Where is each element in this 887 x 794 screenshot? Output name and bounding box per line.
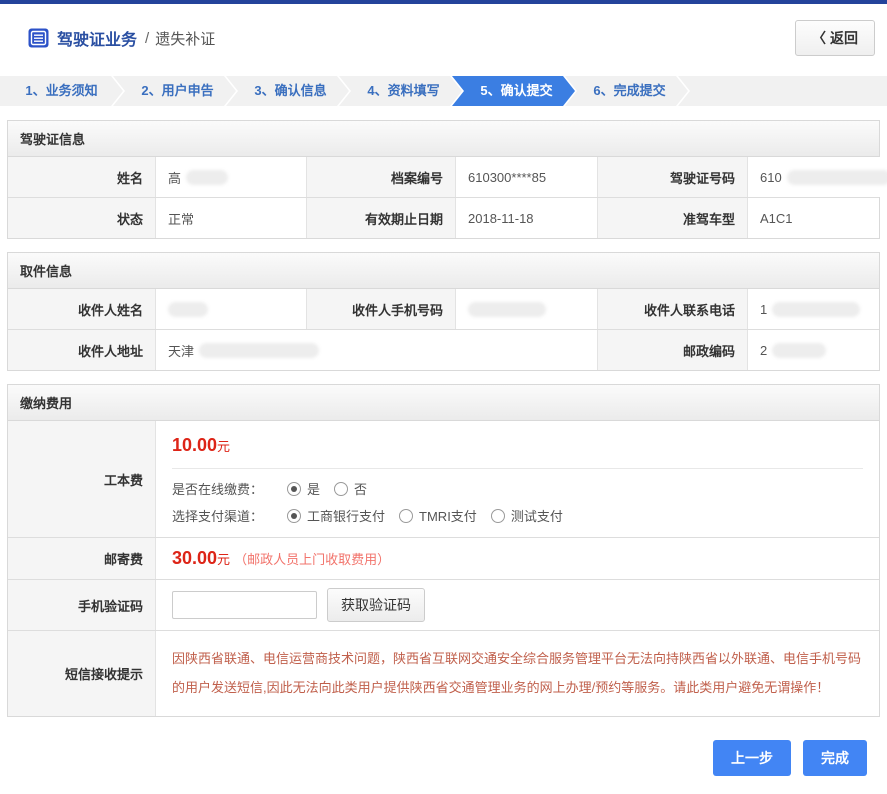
value-expiry-date: 2018-11-18 <box>456 198 598 238</box>
license-row-2: 状态 正常 有效期止日期 2018-11-18 准驾车型 A1C1 <box>8 197 879 238</box>
label-sms-captcha: 手机验证码 <box>8 580 156 630</box>
section-title-pickup: 取件信息 <box>8 253 879 289</box>
redacted-license-number <box>787 170 887 185</box>
captcha-input[interactable] <box>172 591 317 619</box>
get-captcha-button[interactable]: 获取验证码 <box>327 588 425 622</box>
step-wizard: 1、业务须知 2、用户申告 3、确认信息 4、资料填写 5、确认提交 6、完成提… <box>0 76 887 106</box>
form-list-icon <box>28 28 49 48</box>
footer-actions: 上一步 完成 <box>0 730 887 776</box>
previous-step-button[interactable]: 上一步 <box>713 740 791 776</box>
label-recipient-mobile: 收件人手机号码 <box>307 289 456 329</box>
online-payment-label: 是否在线缴费： <box>172 479 263 498</box>
pickup-row-1: 收件人姓名 收件人手机号码 收件人联系电话 1 <box>8 289 879 329</box>
payment-options: 是否在线缴费： 是 否 选择支付渠道： 工商银行支付 TMRI支付 测试支付 <box>156 469 879 537</box>
online-payment-line: 是否在线缴费： 是 否 <box>172 479 863 498</box>
step-5-confirm-submit[interactable]: 5、确认提交 <box>452 76 575 106</box>
redacted-name <box>186 170 228 185</box>
section-license-info: 驾驶证信息 姓名 高 档案编号 610300****85 驾驶证号码 610 状… <box>7 120 880 239</box>
redacted-recipient-name <box>168 302 208 317</box>
page: 驾驶证业务 / 遗失补证 〈返回 1、业务须知 2、用户申告 3、确认信息 4、… <box>0 0 887 794</box>
radio-channel-icbc[interactable] <box>287 509 301 523</box>
value-postage-fee: 30.00元 （邮政人员上门收取费用） <box>156 538 879 579</box>
value-license-number: 610 <box>748 157 887 197</box>
step-2-user-declaration[interactable]: 2、用户申告 <box>113 76 236 106</box>
label-expiry-date: 有效期止日期 <box>307 198 456 238</box>
radio-channel-test-label[interactable]: 测试支付 <box>511 506 563 525</box>
postage-fee-note: （邮政人员上门收取费用） <box>234 549 390 568</box>
step-3-confirm-info[interactable]: 3、确认信息 <box>226 76 349 106</box>
value-recipient-address: 天津 <box>156 330 598 370</box>
redacted-postal-code <box>772 343 826 358</box>
label-vehicle-class: 准驾车型 <box>598 198 748 238</box>
radio-online-no[interactable] <box>334 482 348 496</box>
radio-online-yes-label[interactable]: 是 <box>307 479 320 498</box>
back-chevron-icon: 〈 <box>812 30 826 46</box>
finish-button[interactable]: 完成 <box>803 740 867 776</box>
header: 驾驶证业务 / 遗失补证 〈返回 <box>0 4 887 70</box>
redacted-recipient-address <box>199 343 319 358</box>
radio-channel-tmri[interactable] <box>399 509 413 523</box>
back-label: 返回 <box>830 30 858 46</box>
label-postal-code: 邮政编码 <box>598 330 748 370</box>
label-recipient-phone: 收件人联系电话 <box>598 289 748 329</box>
radio-online-yes[interactable] <box>287 482 301 496</box>
fee-row-sms-tip: 短信接收提示 因陕西省联通、电信运营商技术问题，陕西省互联网交通安全综合服务管理… <box>8 630 879 716</box>
label-recipient-name: 收件人姓名 <box>8 289 156 329</box>
value-name: 高 <box>156 157 307 197</box>
label-file-number: 档案编号 <box>307 157 456 197</box>
value-sms-tip: 因陕西省联通、电信运营商技术问题，陕西省互联网交通安全综合服务管理平台无法向持陕… <box>156 631 879 716</box>
value-file-number: 610300****85 <box>456 157 598 197</box>
label-production-fee: 工本费 <box>8 421 156 537</box>
payment-channel-label: 选择支付渠道： <box>172 506 263 525</box>
value-postal-code: 2 <box>748 330 879 370</box>
step-bar-filler <box>678 76 887 106</box>
redacted-recipient-phone <box>772 302 860 317</box>
section-fees: 缴纳费用 工本费 10.00元 是否在线缴费： 是 否 选择支付渠道： 工商银行… <box>7 384 880 717</box>
radio-channel-tmri-label[interactable]: TMRI支付 <box>419 506 477 525</box>
breadcrumb-current: 遗失补证 <box>155 28 215 49</box>
step-1-business-notice[interactable]: 1、业务须知 <box>0 76 123 106</box>
label-sms-tip: 短信接收提示 <box>8 631 156 716</box>
breadcrumb-separator: / <box>145 30 149 47</box>
radio-channel-test[interactable] <box>491 509 505 523</box>
redacted-recipient-mobile <box>468 302 546 317</box>
back-button[interactable]: 〈返回 <box>795 20 875 56</box>
payment-channel-line: 选择支付渠道： 工商银行支付 TMRI支付 测试支付 <box>172 506 863 525</box>
section-title-license: 驾驶证信息 <box>8 121 879 157</box>
production-fee-amount: 10.00 <box>172 435 217 455</box>
label-postage-fee: 邮寄费 <box>8 538 156 579</box>
fee-row-captcha: 手机验证码 获取验证码 <box>8 579 879 630</box>
value-recipient-mobile <box>456 289 598 329</box>
production-fee-amount-line: 10.00元 <box>156 421 879 468</box>
label-license-number: 驾驶证号码 <box>598 157 748 197</box>
radio-online-no-label[interactable]: 否 <box>354 479 367 498</box>
section-title-fees: 缴纳费用 <box>8 385 879 421</box>
sms-tip-text: 因陕西省联通、电信运营商技术问题，陕西省互联网交通安全综合服务管理平台无法向持陕… <box>172 639 863 708</box>
value-production-fee: 10.00元 是否在线缴费： 是 否 选择支付渠道： 工商银行支付 TMRI支付… <box>156 421 879 537</box>
label-status: 状态 <box>8 198 156 238</box>
value-recipient-name <box>156 289 307 329</box>
postage-fee-amount: 30.00 <box>172 548 217 569</box>
production-fee-unit: 元 <box>217 439 230 454</box>
value-status: 正常 <box>156 198 307 238</box>
value-sms-captcha: 获取验证码 <box>156 580 879 630</box>
label-name: 姓名 <box>8 157 156 197</box>
fee-row-production: 工本费 10.00元 是否在线缴费： 是 否 选择支付渠道： 工商银行支付 TM… <box>8 421 879 537</box>
label-recipient-address: 收件人地址 <box>8 330 156 370</box>
page-title: 驾驶证业务 <box>57 26 137 50</box>
value-vehicle-class: A1C1 <box>748 198 879 238</box>
step-6-complete-submit[interactable]: 6、完成提交 <box>565 76 688 106</box>
postage-fee-unit: 元 <box>217 549 230 568</box>
step-4-fill-materials[interactable]: 4、资料填写 <box>339 76 462 106</box>
fee-row-postage: 邮寄费 30.00元 （邮政人员上门收取费用） <box>8 537 879 579</box>
license-row-1: 姓名 高 档案编号 610300****85 驾驶证号码 610 <box>8 157 879 197</box>
radio-channel-icbc-label[interactable]: 工商银行支付 <box>307 506 385 525</box>
section-pickup-info: 取件信息 收件人姓名 收件人手机号码 收件人联系电话 1 收件人地址 天津 邮政… <box>7 252 880 371</box>
pickup-row-2: 收件人地址 天津 邮政编码 2 <box>8 329 879 370</box>
value-recipient-phone: 1 <box>748 289 879 329</box>
